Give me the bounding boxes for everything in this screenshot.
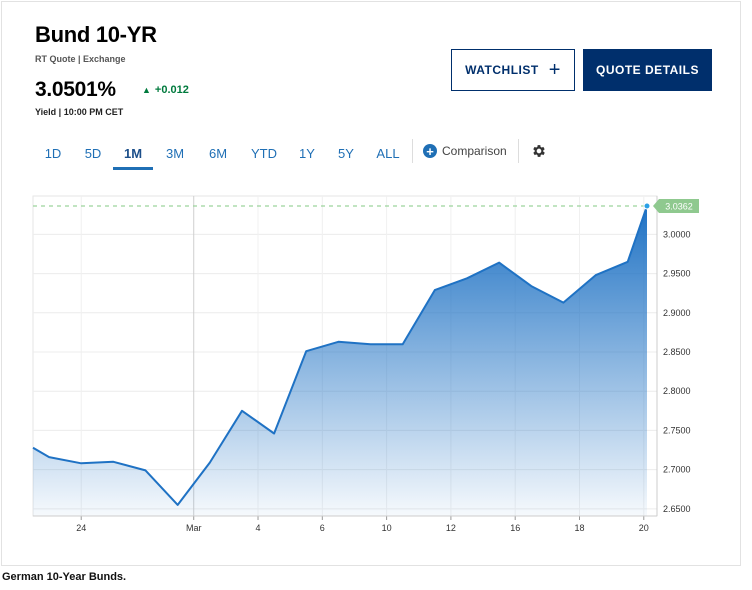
x-tick-label: 10: [382, 523, 392, 533]
y-tick-label: 2.9000: [663, 308, 691, 318]
x-tick-label: 12: [446, 523, 456, 533]
x-tick-label: Mar: [186, 523, 202, 533]
x-tick-label: 18: [574, 523, 584, 533]
last-point-marker: [643, 202, 651, 210]
yield-chart[interactable]: 3.0000 2.9500 2.9000 2.8500 2.8000 2.7500 2.70…: [0, 0, 752, 566]
y-tick-label: 2.6500: [663, 504, 691, 514]
y-tick-label: 2.9500: [663, 269, 691, 279]
x-tick-label: 4: [256, 523, 261, 533]
y-tick-label: 2.7500: [663, 425, 691, 435]
y-tick-label: 2.7000: [663, 465, 691, 475]
y-tick-label: 2.8000: [663, 386, 691, 396]
x-tick-label: 6: [320, 523, 325, 533]
y-tick-label: 3.0000: [663, 229, 691, 239]
area-layer: [32, 202, 651, 516]
last-value-label: 3.0362: [665, 202, 693, 212]
x-tick-label: 20: [639, 523, 649, 533]
y-tick-label: 2.8500: [663, 347, 691, 357]
x-tick-label: 24: [76, 523, 86, 533]
series-area: [33, 206, 647, 516]
chart-caption: German 10-Year Bunds.: [2, 571, 127, 583]
x-tick-label: 16: [510, 523, 520, 533]
